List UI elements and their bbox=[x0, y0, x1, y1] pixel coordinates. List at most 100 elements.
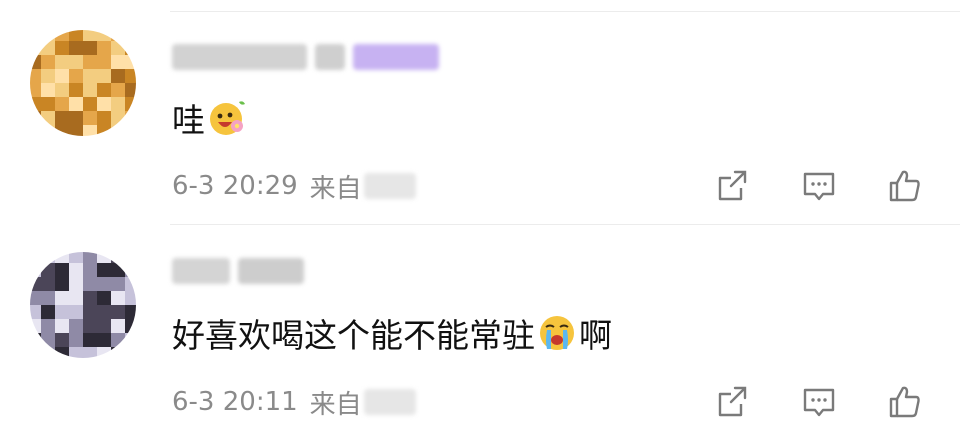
reply-button[interactable] bbox=[776, 379, 862, 425]
comment-time: 6-3 20:11 bbox=[172, 387, 298, 417]
avatar-pixel bbox=[30, 252, 41, 263]
avatar-pixel bbox=[30, 97, 41, 111]
avatar-pixel bbox=[30, 83, 41, 97]
avatar-pixel bbox=[125, 252, 136, 263]
avatar-pixel bbox=[125, 97, 136, 111]
avatar-pixel bbox=[111, 263, 125, 277]
avatar-pixel bbox=[69, 319, 83, 333]
avatar-pixel bbox=[41, 69, 55, 83]
avatar-pixel bbox=[69, 263, 83, 277]
avatar-pixel bbox=[55, 69, 69, 83]
avatar-pixel bbox=[41, 55, 55, 69]
avatar-pixel bbox=[30, 41, 41, 55]
username-blurred[interactable] bbox=[172, 252, 304, 290]
comment-time: 6-3 20:29 bbox=[172, 171, 298, 201]
comment-text-main: 好喜欢喝这个能不能常驻 bbox=[172, 316, 535, 355]
avatar-pixel bbox=[111, 291, 125, 305]
source-blur bbox=[363, 173, 416, 199]
avatar-pixel bbox=[69, 125, 83, 136]
avatar-pixel bbox=[41, 252, 55, 263]
share-icon bbox=[718, 170, 747, 201]
reply-button[interactable] bbox=[776, 163, 862, 209]
avatar-pixel bbox=[83, 55, 97, 69]
avatar-pixel bbox=[55, 97, 69, 111]
avatar-pixel bbox=[55, 55, 69, 69]
avatar-pixel bbox=[97, 291, 111, 305]
source-label: 来自 bbox=[309, 389, 362, 420]
avatar-pixel bbox=[41, 41, 55, 55]
share-button[interactable] bbox=[690, 379, 776, 425]
avatar-pixel bbox=[125, 41, 136, 55]
avatar-pixel bbox=[69, 97, 83, 111]
avatar[interactable] bbox=[30, 30, 136, 136]
avatar-pixel bbox=[83, 291, 97, 305]
avatar-pixel bbox=[125, 55, 136, 69]
username-blur bbox=[315, 44, 345, 70]
avatar[interactable] bbox=[30, 252, 136, 358]
avatar-pixel bbox=[69, 41, 83, 55]
avatar-pixel bbox=[41, 333, 55, 347]
avatar-pixel bbox=[69, 30, 83, 41]
avatar-pixel bbox=[125, 277, 136, 291]
avatar-pixel bbox=[97, 97, 111, 111]
avatar-pixel bbox=[41, 277, 55, 291]
avatar-pixel bbox=[97, 55, 111, 69]
avatar-pixel bbox=[30, 319, 41, 333]
top-divider bbox=[170, 11, 960, 12]
avatar-pixel bbox=[69, 291, 83, 305]
avatar-pixel bbox=[41, 30, 55, 41]
avatar-pixel bbox=[69, 69, 83, 83]
avatar-pixel bbox=[111, 277, 125, 291]
avatar-pixel bbox=[125, 83, 136, 97]
avatar-pixel bbox=[30, 305, 41, 319]
avatar-pixel bbox=[55, 83, 69, 97]
like-icon bbox=[889, 170, 920, 202]
avatar-pixel bbox=[125, 125, 136, 136]
avatar-pixel bbox=[69, 305, 83, 319]
avatar-pixel bbox=[69, 252, 83, 263]
username-blur bbox=[238, 258, 304, 284]
avatar-pixel bbox=[41, 291, 55, 305]
avatar-pixel bbox=[125, 347, 136, 358]
avatar-pixel bbox=[30, 30, 41, 41]
avatar-pixel bbox=[55, 277, 69, 291]
avatar-pixel bbox=[41, 111, 55, 125]
avatar-pixel bbox=[83, 69, 97, 83]
crying-emoji-icon bbox=[537, 313, 577, 353]
comment-divider bbox=[170, 224, 960, 225]
avatar-pixel bbox=[30, 263, 41, 277]
smiling-flower-emoji-icon bbox=[207, 98, 247, 138]
avatar-pixel bbox=[83, 305, 97, 319]
comment-icon bbox=[803, 388, 835, 417]
avatar-pixel bbox=[30, 125, 41, 136]
share-button[interactable] bbox=[690, 163, 776, 209]
avatar-pixel bbox=[83, 333, 97, 347]
avatar-pixel bbox=[97, 83, 111, 97]
avatar-pixel bbox=[83, 41, 97, 55]
avatar-pixel bbox=[30, 333, 41, 347]
like-button[interactable] bbox=[862, 379, 948, 425]
username-blurred[interactable] bbox=[172, 38, 439, 76]
like-icon bbox=[889, 386, 920, 418]
avatar-pixel bbox=[111, 41, 125, 55]
source-label: 来自 bbox=[309, 173, 362, 204]
avatar-pixel bbox=[125, 111, 136, 125]
avatar-pixel bbox=[55, 333, 69, 347]
avatar-pixel bbox=[111, 69, 125, 83]
like-button[interactable] bbox=[862, 163, 948, 209]
avatar-pixel bbox=[125, 263, 136, 277]
avatar-pixel bbox=[41, 263, 55, 277]
avatar-pixel bbox=[83, 347, 97, 358]
avatar-pixel bbox=[55, 111, 69, 125]
avatar-pixel bbox=[30, 277, 41, 291]
avatar-pixel bbox=[55, 125, 69, 136]
avatar-pixel bbox=[55, 319, 69, 333]
avatar-pixel bbox=[69, 83, 83, 97]
avatar-pixel bbox=[97, 111, 111, 125]
avatar-pixel bbox=[83, 125, 97, 136]
comment-meta: 6-3 20:11 来自 bbox=[172, 384, 416, 420]
avatar-pixel bbox=[55, 263, 69, 277]
avatar-pixel bbox=[30, 347, 41, 358]
source-blur bbox=[363, 389, 416, 415]
avatar-pixel bbox=[97, 69, 111, 83]
